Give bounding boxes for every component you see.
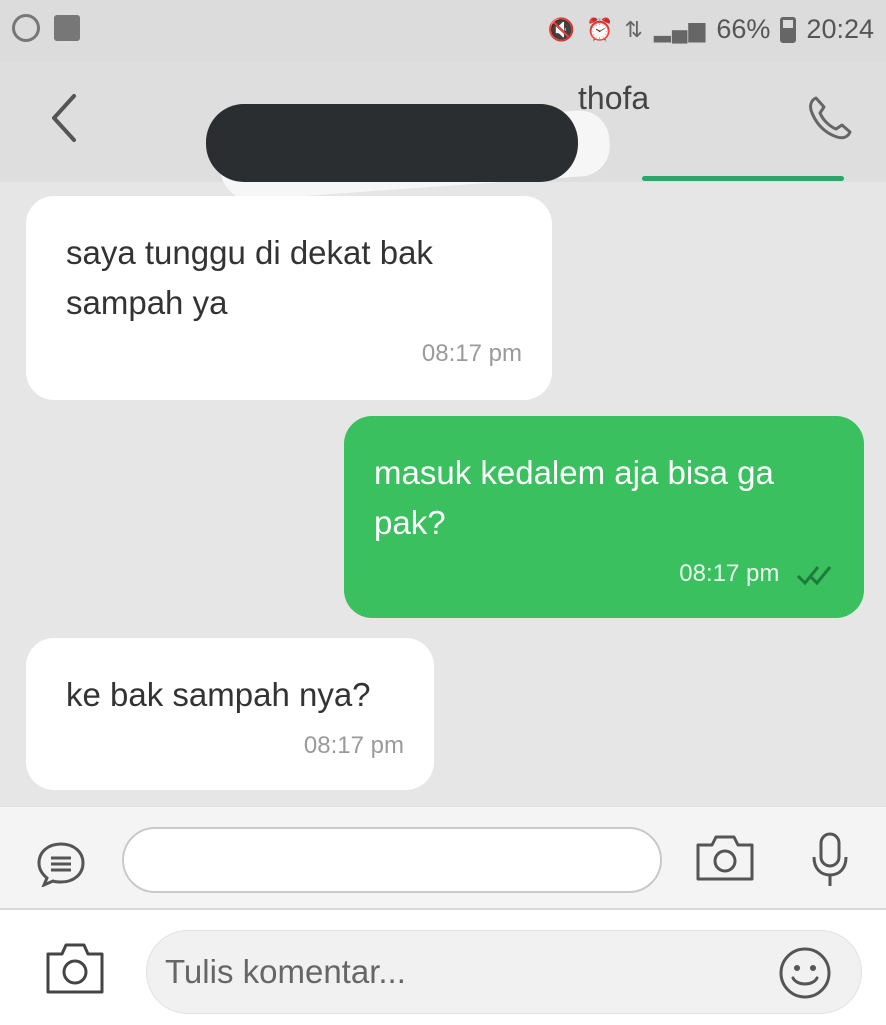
comment-input[interactable]: Tulis komentar...: [146, 930, 862, 1014]
menu-icon[interactable]: [36, 841, 86, 887]
battery-icon: [780, 16, 797, 43]
network-icon: ⇅: [624, 16, 644, 42]
message-time: 08:17 pm: [679, 560, 780, 587]
message-text: ke bak sampah nya?: [66, 676, 371, 713]
emoji-icon[interactable]: [777, 945, 833, 1001]
mute-icon: 🔇: [547, 16, 577, 42]
message-time: 08:17 pm: [421, 340, 522, 367]
status-bar: 🔇 ⏰ ⇅ ▂▄▆ 66% 20:24: [0, 0, 886, 62]
message-icon: [54, 15, 80, 41]
whatsapp-icon: [12, 14, 40, 42]
comment-placeholder: Tulis komentar...: [165, 953, 406, 990]
chevron-left-icon[interactable]: [44, 90, 84, 146]
status-time: 20:24: [806, 14, 874, 44]
double-check-icon: [796, 565, 832, 585]
message-input[interactable]: [122, 827, 662, 893]
battery-percent: 66%: [716, 14, 771, 44]
status-bar-left: [12, 14, 80, 42]
contact-name[interactable]: thofa: [578, 80, 649, 117]
message-bubble-incoming[interactable]: ke bak sampah nya? 08:17 pm: [26, 638, 434, 790]
message-text: saya tunggu di dekat bak sampah ya: [66, 234, 433, 321]
phone-icon[interactable]: [802, 90, 858, 146]
camera-icon[interactable]: [44, 940, 106, 996]
status-bar-right: 🔇 ⏰ ⇅ ▂▄▆ 66% 20:24: [548, 14, 874, 45]
tab-indicator: [642, 176, 844, 181]
microphone-icon[interactable]: [810, 831, 850, 889]
redaction-bar: [206, 104, 578, 182]
message-time-row: 08:17 pm: [679, 560, 834, 588]
signal-icon: ▂▄▆: [653, 16, 707, 42]
chat-header: thofa: [0, 62, 886, 202]
message-input-bar: [0, 806, 886, 909]
message-bubble-incoming[interactable]: saya tunggu di dekat bak sampah ya 08:17…: [26, 196, 552, 400]
message-text: masuk kedalem aja bisa ga pak?: [374, 454, 774, 541]
alarm-icon: ⏰: [586, 16, 615, 42]
comment-bar: Tulis komentar...: [0, 908, 886, 1025]
camera-icon[interactable]: [694, 833, 756, 883]
message-time: 08:17 pm: [303, 732, 404, 759]
message-bubble-outgoing[interactable]: masuk kedalem aja bisa ga pak? 08:17 pm: [344, 416, 864, 618]
